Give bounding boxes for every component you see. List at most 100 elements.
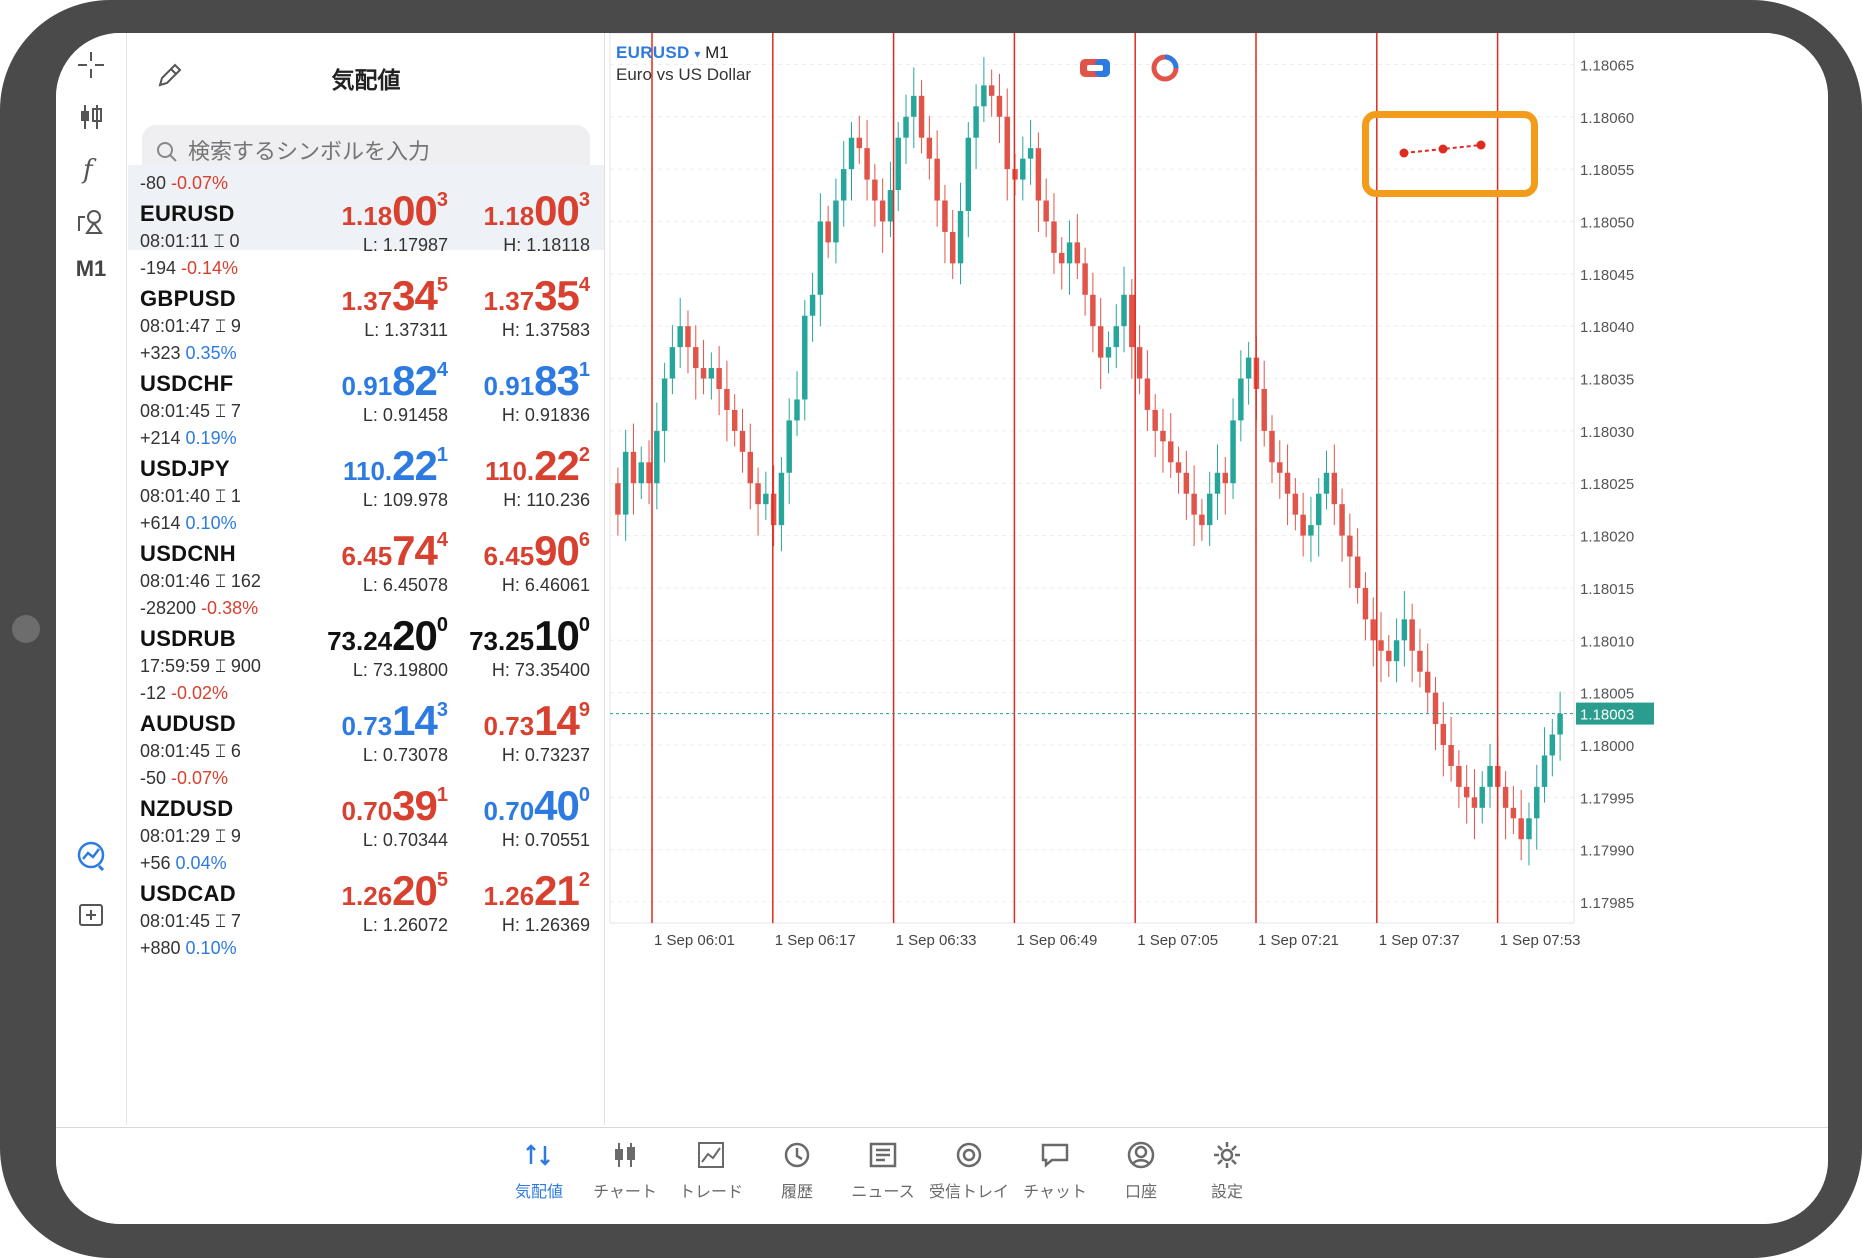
quote-row[interactable]: -50 -0.07% NZDUSD 08:01:29 ⌶ 9 0.70391 0.704…	[128, 760, 604, 850]
candle-body	[1269, 430, 1275, 463]
price-pip-digit: 4	[436, 529, 448, 551]
bid-price[interactable]: 110.221	[343, 442, 448, 489]
price-big-digits: 40	[534, 782, 580, 829]
change-percent: 0.04%	[175, 853, 227, 873]
candle-body	[1502, 786, 1509, 808]
chart-timeframe: M1	[705, 43, 729, 62]
ask-price[interactable]: 1.26212	[484, 867, 590, 914]
nav-chart[interactable]: チャート	[582, 1138, 668, 1202]
quote-symbol: USDRUB	[140, 626, 236, 651]
ask-price[interactable]: 73.25100	[469, 612, 590, 659]
nav-label: 受信トレイ	[928, 1184, 1009, 1201]
nav-history[interactable]: 履歴	[754, 1138, 840, 1202]
trade-toggle-icon[interactable]	[1078, 53, 1112, 83]
candle-body	[1199, 514, 1205, 526]
bottom-navigation: 気配値 チャート トレード 履歴 ニュース 受信トレイ チャット 口座 設定	[56, 1127, 1828, 1224]
quote-row-partial[interactable]: +880 0.10%	[128, 930, 604, 1031]
quote-row[interactable]: +214 0.19% USDJPY 08:01:40 ⌶ 1 110.221 110.2…	[128, 420, 604, 510]
candle-body	[833, 200, 839, 243]
candle-body	[622, 451, 629, 515]
quote-row[interactable]: +323 0.35% USDCHF 08:01:45 ⌶ 7 0.91824 0.918…	[128, 335, 604, 425]
timeframe-button[interactable]: M1	[66, 247, 116, 291]
search-icon	[157, 142, 177, 162]
search-input[interactable]	[186, 138, 570, 166]
candle-body	[763, 493, 769, 505]
nav-quotes[interactable]: 気配値	[496, 1138, 582, 1202]
nav-settings[interactable]: 設定	[1184, 1138, 1270, 1202]
nav-label: 設定	[1210, 1184, 1243, 1201]
candle-body	[1534, 786, 1540, 819]
bid-price[interactable]: 1.26205	[341, 867, 448, 914]
chart-symbol[interactable]: EURUSD	[616, 43, 690, 62]
price-prefix: 1.26	[341, 881, 393, 911]
quote-symbol: USDJPY	[140, 456, 230, 481]
dropdown-icon[interactable]: ▾	[694, 47, 700, 61]
bid-price[interactable]: 1.18003	[342, 187, 448, 234]
nav-account[interactable]: 口座	[1098, 1138, 1184, 1202]
price-pip-digit: 0	[578, 784, 590, 806]
bid-price[interactable]: 6.45744	[342, 527, 448, 574]
ask-price[interactable]: 1.18003	[484, 187, 590, 234]
time-axis-label: 1 Sep 07:21	[1258, 932, 1339, 949]
price-prefix: 6.45	[483, 541, 535, 571]
change-points: -194	[140, 258, 182, 278]
candlestick-icon[interactable]	[66, 95, 116, 139]
ask-price[interactable]: 6.45906	[483, 527, 590, 574]
quote-time: 08:01:45 ⌶ 7	[140, 401, 241, 421]
quote-row[interactable]: -12 -0.02% AUDUSD 08:01:45 ⌶ 6 0.73143 0.731…	[128, 675, 604, 765]
quote-symbol: USDCHF	[140, 371, 234, 396]
quote-time: 08:01:47 ⌶ 9	[140, 316, 241, 336]
candle-body	[1051, 221, 1057, 253]
quote-row[interactable]: +56 0.04% USDCAD 08:01:45 ⌶ 7 1.26205 1.2621…	[128, 845, 604, 935]
function-icon[interactable]: f	[66, 147, 116, 191]
candle-body	[1370, 619, 1376, 641]
bid-price[interactable]: 0.73143	[342, 697, 448, 744]
candle-body	[1456, 765, 1462, 787]
candle-body	[1386, 650, 1392, 662]
candle-body	[1261, 389, 1267, 431]
history-icon	[754, 1138, 840, 1172]
quote-row[interactable]: -80 -0.07% EURUSD 08:01:11 ⌶ 0 1.18003 1.180…	[128, 165, 604, 255]
quote-time: 08:01:40 ⌶ 1	[140, 486, 241, 506]
ask-price[interactable]: 0.73149	[484, 697, 590, 744]
candle-body	[731, 409, 738, 431]
ask-price[interactable]: 0.91831	[484, 357, 590, 404]
bid-price[interactable]: 0.70391	[342, 782, 448, 829]
trend-icon[interactable]	[66, 833, 116, 877]
account-icon	[1098, 1138, 1184, 1172]
change-percent: -0.14%	[181, 258, 239, 278]
quote-row[interactable]: -194 -0.14% GBPUSD 08:01:47 ⌶ 9 1.37345 1.37…	[128, 250, 604, 340]
price-axis-label: 1.18055	[1580, 162, 1634, 179]
change-percent: -0.07%	[171, 768, 229, 788]
candlestick-chart[interactable]: 1.18065 1.18060 1.18055 1.18050 1.18045 1.180…	[606, 33, 1828, 1125]
candle-body	[988, 85, 995, 96]
bid-price[interactable]: 73.24200	[327, 612, 448, 659]
quote-row[interactable]: +614 0.10% USDCNH 08:01:46 ⌶ 162 6.45744 6.4…	[128, 505, 604, 595]
nav-chat[interactable]: チャット	[1012, 1138, 1098, 1202]
ask-price[interactable]: 0.70400	[484, 782, 590, 829]
candle-body	[996, 95, 1003, 117]
depth-of-market-icon[interactable]	[1148, 53, 1182, 83]
change-points: +614	[140, 513, 186, 533]
candle-body	[794, 399, 800, 421]
candle-body	[646, 462, 652, 484]
price-big-digits: 22	[534, 442, 580, 489]
crosshair-icon[interactable]	[66, 43, 116, 87]
change-percent: -0.07%	[171, 173, 229, 193]
nav-news[interactable]: ニュース	[840, 1138, 926, 1202]
price-pip-digit: 3	[436, 699, 448, 721]
chart-area[interactable]: 1.18065 1.18060 1.18055 1.18050 1.18045 1.180…	[606, 33, 1828, 1125]
chart-header[interactable]: EURUSD ▾ M1	[616, 43, 729, 63]
add-window-icon[interactable]	[66, 893, 116, 937]
shapes-icon[interactable]	[66, 199, 116, 243]
bid-price[interactable]: 1.37345	[342, 272, 448, 319]
candle-body	[1245, 357, 1252, 379]
quote-row[interactable]: -28200 -0.38% USDRUB 17:59:59 ⌶ 900 73.2420…	[128, 590, 604, 680]
nav-trade[interactable]: トレード	[668, 1138, 754, 1202]
nav-mailbox[interactable]: 受信トレイ	[926, 1138, 1012, 1202]
candle-body	[965, 137, 972, 211]
ask-price[interactable]: 110.222	[485, 442, 590, 489]
bid-price[interactable]: 0.91824	[342, 357, 448, 404]
ask-price[interactable]: 1.37354	[484, 272, 590, 319]
price-pip-digit: 3	[578, 189, 590, 211]
